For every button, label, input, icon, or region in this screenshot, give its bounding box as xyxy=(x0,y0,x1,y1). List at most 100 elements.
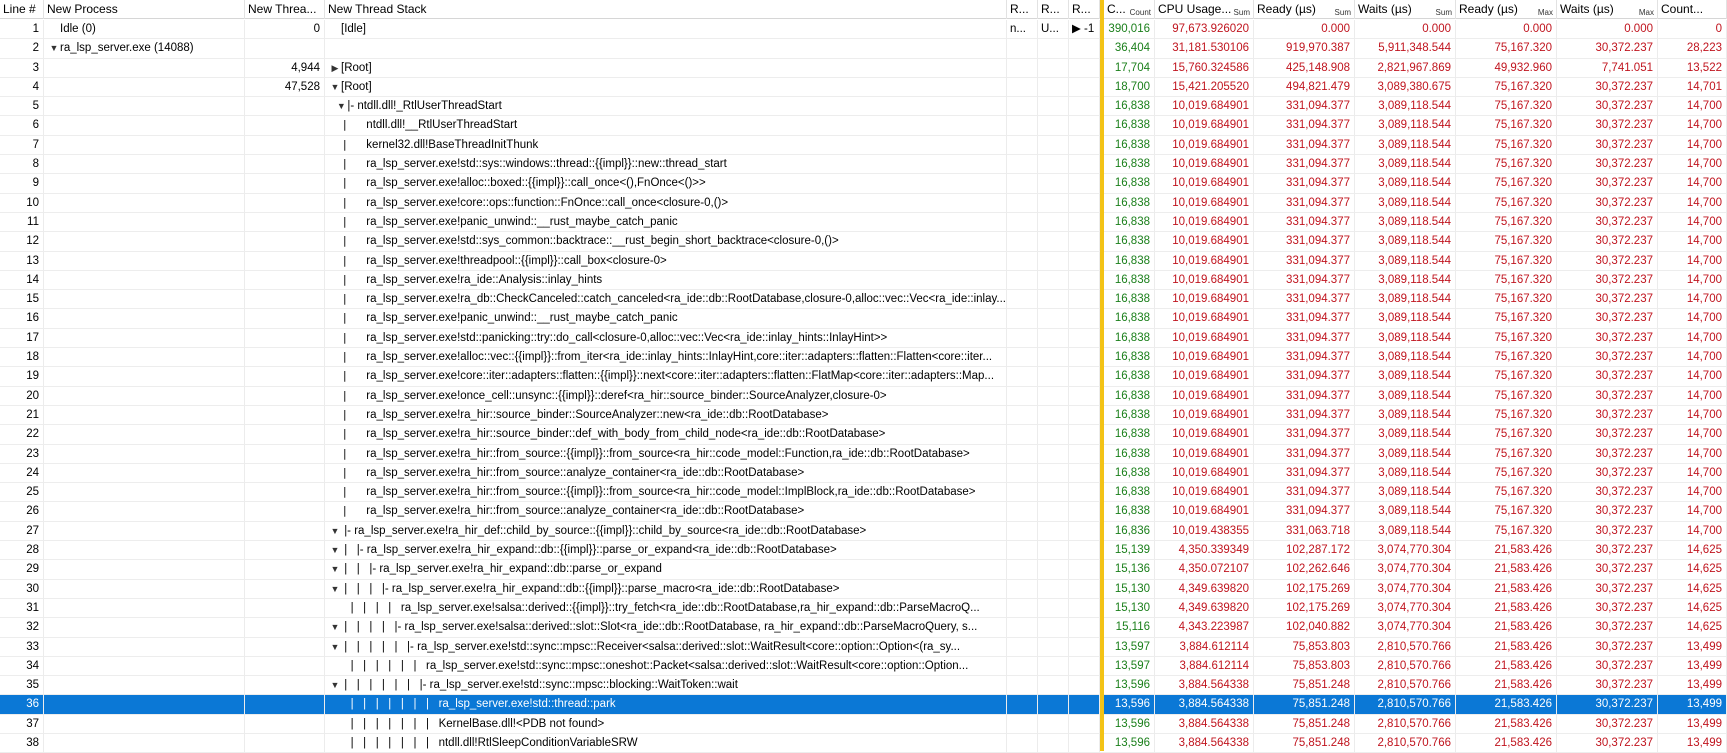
stack-indent-guide: | xyxy=(329,158,355,171)
column-header-process[interactable]: New Process xyxy=(44,0,245,19)
row-process xyxy=(44,405,245,425)
table-row[interactable]: 24 | ra_lsp_server.exe!ra_hir::from_sour… xyxy=(0,463,1727,484)
expand-toggle-icon[interactable]: ▼ xyxy=(329,618,341,637)
row-ready-sum: 331,094.377 xyxy=(1254,348,1355,368)
expand-toggle-icon[interactable]: ▼ xyxy=(329,676,341,695)
column-header-waits-max-label: Waits (µs) xyxy=(1560,2,1614,16)
column-header-ready-sub: Sum xyxy=(1334,8,1351,17)
row-line-number: 29 xyxy=(0,560,44,580)
row-thread xyxy=(245,367,325,387)
column-header-waits[interactable]: Waits (µs) Sum xyxy=(1355,0,1456,19)
row-waits-sum: 3,089,118.544 xyxy=(1355,444,1456,464)
column-group-separator[interactable] xyxy=(1100,0,1104,751)
column-header-r1[interactable]: R... xyxy=(1007,0,1038,19)
table-row[interactable]: 34 | | | | | | ra_lsp_server.exe!std::sy… xyxy=(0,656,1727,677)
table-row[interactable]: 14 | ra_lsp_server.exe!ra_ide::Analysis:… xyxy=(0,270,1727,291)
expand-toggle-icon[interactable]: ▼ xyxy=(329,560,341,579)
row-line-number: 2 xyxy=(0,39,44,59)
table-row[interactable]: 28 ▼ | |- ra_lsp_server.exe!ra_hir_expand… xyxy=(0,541,1727,561)
row-cpu-usage: 10,019.438355 xyxy=(1155,521,1254,541)
column-header-waits-max[interactable]: Waits (µs) Max xyxy=(1557,0,1658,19)
table-row[interactable]: 13 | ra_lsp_server.exe!threadpool::{{imp… xyxy=(0,251,1727,271)
row-thread xyxy=(245,541,325,561)
column-header-count2[interactable]: Count... xyxy=(1658,0,1727,19)
row-r3 xyxy=(1069,251,1100,271)
table-row[interactable]: 8 | ra_lsp_server.exe!std::sys::windows:… xyxy=(0,155,1727,175)
column-header-count[interactable]: C... Count xyxy=(1104,0,1155,19)
table-row[interactable]: 9 | ra_lsp_server.exe!alloc::boxed::{{im… xyxy=(0,174,1727,194)
table-row[interactable]: 1 Idle (0) 0 [Idle] n... U... ▶ -1 390,016 97,67… xyxy=(0,20,1727,40)
row-r1 xyxy=(1007,367,1038,387)
column-header-r2[interactable]: R... xyxy=(1038,0,1069,19)
row-ready-sum: 75,851.248 xyxy=(1254,714,1355,734)
process-name: ra_lsp_server.exe (14088) xyxy=(60,42,194,55)
column-header-stack[interactable]: New Thread Stack xyxy=(325,0,1007,19)
expand-toggle-icon[interactable]: ▼ xyxy=(48,39,60,58)
table-row[interactable]: 18 | ra_lsp_server.exe!alloc::vec::{{imp… xyxy=(0,348,1727,368)
row-thread xyxy=(245,97,325,117)
table-row[interactable]: 29 ▼ | | |- ra_lsp_server.exe!ra_hir_expa… xyxy=(0,560,1727,580)
stack-frame: ra_lsp_server.exe!std::sys::windows::thr… xyxy=(366,158,727,171)
expand-toggle-icon[interactable]: ▼ xyxy=(329,580,341,599)
table-row[interactable]: 5 ▼ |- ntdll.dll!_RtlUserThreadStart 16,83… xyxy=(0,97,1727,117)
expand-toggle-icon[interactable]: ▼ xyxy=(329,638,341,657)
row-cpu-usage: 3,884.564338 xyxy=(1155,714,1254,734)
row-cpu-usage: 10,019.684901 xyxy=(1155,155,1254,175)
row-r2 xyxy=(1038,714,1069,734)
table-row[interactable]: 23 | ra_lsp_server.exe!ra_hir::from_sour… xyxy=(0,444,1727,464)
table-row[interactable]: 32 ▼ | | | | |- ra_lsp_server.exe!salsa::… xyxy=(0,618,1727,638)
table-row[interactable]: 12 | ra_lsp_server.exe!std::sys_common::… xyxy=(0,232,1727,252)
table-row[interactable]: 35 ▼ | | | | | | |- ra_lsp_server.exe!std… xyxy=(0,676,1727,696)
row-count: 16,838 xyxy=(1103,270,1155,290)
row-ready-max: 75,167.320 xyxy=(1456,405,1557,425)
table-row[interactable]: 20 | ra_lsp_server.exe!once_cell::unsync… xyxy=(0,386,1727,406)
table-row[interactable]: 27 ▼ |- ra_lsp_server.exe!ra_hir_def::chi… xyxy=(0,521,1727,542)
table-row[interactable]: 33 ▼ | | | | | |- ra_lsp_server.exe!std::… xyxy=(0,637,1727,657)
column-header-r3[interactable]: R... xyxy=(1069,0,1100,19)
table-row[interactable]: 16 | ra_lsp_server.exe!panic_unwind::__r… xyxy=(0,309,1727,329)
column-header-line[interactable]: Line # xyxy=(0,0,44,19)
table-row[interactable]: 26 | ra_lsp_server.exe!ra_hir::from_sour… xyxy=(0,502,1727,522)
expand-toggle-icon[interactable]: ▶ xyxy=(329,59,341,78)
table-row[interactable]: 10 | ra_lsp_server.exe!core::ops::functi… xyxy=(0,193,1727,213)
row-thread xyxy=(245,251,325,271)
table-row[interactable]: 2 ▼ ra_lsp_server.exe (14088) 36,404 31,181.… xyxy=(0,39,1727,59)
row-process xyxy=(44,386,245,406)
stack-frame: | | | | | | ra_lsp_server.exe!std::sync:… xyxy=(341,659,969,672)
row-process xyxy=(44,676,245,696)
row-thread xyxy=(245,309,325,329)
expand-toggle-icon[interactable]: ▼ xyxy=(335,97,347,116)
column-header-thread[interactable]: New Threa... xyxy=(245,0,325,19)
table-row[interactable]: 11 | ra_lsp_server.exe!panic_unwind::__r… xyxy=(0,212,1727,233)
table-row[interactable]: 21 | ra_lsp_server.exe!ra_hir::source_bi… xyxy=(0,405,1727,426)
stack-frame: ra_lsp_server.exe!ra_hir::from_source::{… xyxy=(366,486,976,499)
row-ready-sum: 919,970.387 xyxy=(1254,39,1355,59)
table-row[interactable]: 6 | ntdll.dll!__RtlUserThreadStart 16,838… xyxy=(0,116,1727,136)
table-row[interactable]: 17 | ra_lsp_server.exe!std::panicking::t… xyxy=(0,328,1727,349)
table-row[interactable]: 7 | kernel32.dll!BaseThreadInitThunk 16,8… xyxy=(0,135,1727,156)
row-line-number: 9 xyxy=(0,174,44,194)
table-row[interactable]: 25 | ra_lsp_server.exe!ra_hir::from_sour… xyxy=(0,483,1727,503)
stack-indent-guide: | xyxy=(329,370,355,383)
table-row[interactable]: 15 | ra_lsp_server.exe!ra_db::CheckCance… xyxy=(0,290,1727,310)
column-header-ready[interactable]: Ready (µs) Sum xyxy=(1254,0,1355,19)
table-row[interactable]: 4 47,528 ▼ [Root] 18,700 15,421.205520 494,821… xyxy=(0,77,1727,98)
row-count: 16,838 xyxy=(1103,212,1155,232)
table-row[interactable]: 31 | | | | ra_lsp_server.exe!salsa::deri… xyxy=(0,598,1727,619)
column-header-cpu[interactable]: CPU Usage... Sum xyxy=(1155,0,1254,19)
expand-toggle-icon[interactable]: ▼ xyxy=(329,78,341,97)
expand-toggle-icon[interactable]: ▼ xyxy=(329,522,341,541)
stack-frame: | | | | | | | ra_lsp_server.exe!std::thr… xyxy=(341,698,616,711)
table-row[interactable]: 38 | | | | | | | ntdll.dll!RtlSleepCondi… xyxy=(0,733,1727,753)
table-row[interactable]: 19 | ra_lsp_server.exe!core::iter::adapt… xyxy=(0,367,1727,387)
table-row[interactable]: 22 | ra_lsp_server.exe!ra_hir::source_bi… xyxy=(0,425,1727,445)
row-ready-sum: 102,175.269 xyxy=(1254,579,1355,599)
row-waits-max: 30,372.237 xyxy=(1557,502,1658,522)
row-ready-sum: 331,094.377 xyxy=(1254,212,1355,232)
table-row[interactable]: 30 ▼ | | | |- ra_lsp_server.exe!ra_hir_ex… xyxy=(0,579,1727,599)
column-header-ready-max[interactable]: Ready (µs) Max xyxy=(1456,0,1557,19)
table-row[interactable]: 36 | | | | | | | ra_lsp_server.exe!std::… xyxy=(0,695,1727,715)
table-row[interactable]: 37 | | | | | | | KernelBase.dll!<PDB not… xyxy=(0,714,1727,734)
expand-toggle-icon[interactable]: ▼ xyxy=(329,541,341,560)
table-row[interactable]: 3 4,944 ▶ [Root] 17,704 15,760.324586 425,148.… xyxy=(0,58,1727,78)
